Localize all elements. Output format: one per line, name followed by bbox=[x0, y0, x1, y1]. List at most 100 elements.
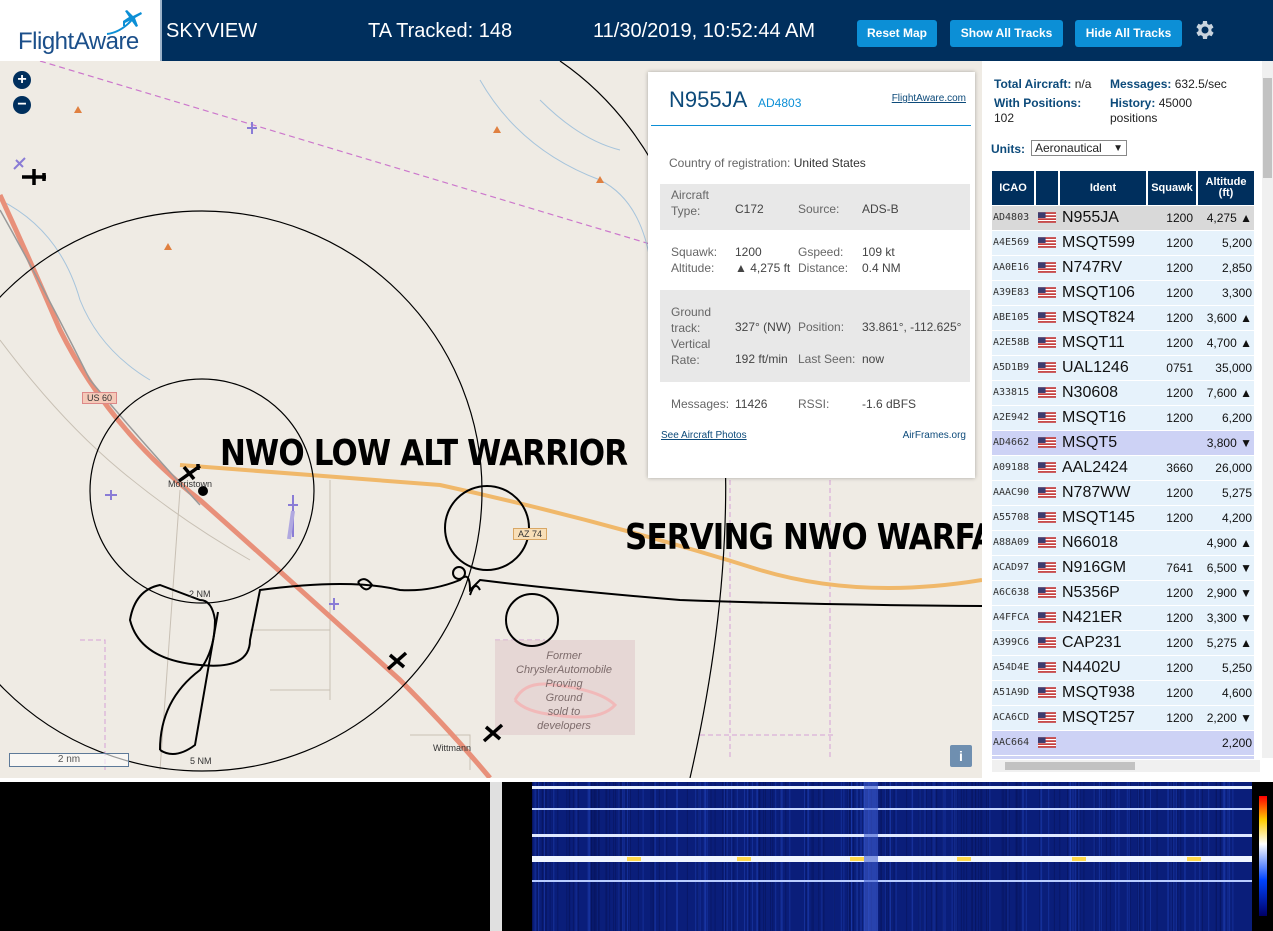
row-squawk bbox=[1148, 431, 1196, 455]
row-altitude: 5,250 bbox=[1221, 661, 1252, 675]
flightaware-link[interactable]: FlightAware.com bbox=[892, 93, 966, 104]
gspeed-value: 109 kt bbox=[862, 245, 895, 259]
table-row[interactable]: ABE105 MSQT824 1200 3,600 ▲ bbox=[992, 306, 1254, 331]
aircraft-type-value: C172 bbox=[735, 202, 764, 216]
range-ring-label: 2 NM bbox=[189, 589, 211, 599]
column-header-ident[interactable]: Ident bbox=[1060, 171, 1148, 205]
table-row[interactable]: A55708 MSQT145 1200 4,200 bbox=[992, 506, 1254, 531]
table-row[interactable]: A39E83 MSQT106 1200 3,300 bbox=[992, 281, 1254, 306]
detail-block: Messages: 11426 RSSI: -1.6 dBFS bbox=[660, 390, 970, 416]
row-icao: A2E942 bbox=[993, 412, 1030, 423]
row-ident: N916GM bbox=[1062, 559, 1127, 576]
source-label: Source: bbox=[798, 202, 840, 216]
row-squawk: 1200 bbox=[1166, 486, 1193, 500]
overlay-caption: SERVING NWO WARFARE bbox=[625, 517, 982, 558]
us-flag-icon bbox=[1036, 331, 1060, 355]
signal-waterfall bbox=[502, 782, 1273, 931]
rssi-label: RSSI: bbox=[798, 397, 830, 411]
waterfall-signal-blip bbox=[627, 857, 641, 861]
squawk-value: 1200 bbox=[735, 245, 762, 259]
column-header-squawk[interactable]: Squawk bbox=[1148, 171, 1198, 205]
row-altitude: 2,850 bbox=[1221, 261, 1252, 275]
table-row[interactable]: A33815 N30608 1200 7,600 ▲ bbox=[992, 381, 1254, 406]
table-row[interactable]: A09188 AAL2424 3660 26,000 bbox=[992, 456, 1254, 481]
squawk-label: Squawk: bbox=[671, 245, 718, 259]
table-row[interactable]: AAC664 2,200 bbox=[992, 731, 1254, 756]
table-row[interactable]: A399C6 CAP231 1200 5,275 ▲ bbox=[992, 631, 1254, 656]
blank-panel bbox=[0, 778, 490, 931]
waterfall-signal-blip bbox=[1072, 857, 1086, 861]
table-row[interactable]: A4E569 MSQT599 1200 5,200 bbox=[992, 231, 1254, 256]
column-header-flag[interactable] bbox=[1036, 171, 1060, 205]
row-squawk: 1200 bbox=[1166, 611, 1193, 625]
vertical-rate-value: 192 ft/min bbox=[735, 352, 788, 366]
table-row[interactable]: A5D1B9 UAL1246 0751 35,000 bbox=[992, 356, 1254, 381]
aircraft-icon[interactable] bbox=[103, 487, 119, 503]
us-flag-icon bbox=[1036, 431, 1060, 455]
stat-label: With Positions: bbox=[994, 96, 1082, 110]
horizontal-scrollbar-thumb[interactable] bbox=[1005, 762, 1135, 770]
row-altitude: 35,000 bbox=[1215, 361, 1252, 375]
table-row[interactable]: ACAD97 N916GM 7641 6,500 ▼ bbox=[992, 556, 1254, 581]
country-value: United States bbox=[793, 156, 866, 170]
row-altitude: 5,200 bbox=[1221, 236, 1252, 250]
table-row[interactable]: A2E58B MSQT11 1200 4,700 ▲ bbox=[992, 331, 1254, 356]
table-row[interactable]: AD4803 N955JA 1200 4,275 ▲ bbox=[992, 206, 1254, 231]
table-row[interactable]: A4FFCA N421ER 1200 3,300 ▼ bbox=[992, 606, 1254, 631]
show-all-tracks-button[interactable]: Show All Tracks bbox=[950, 20, 1063, 47]
aircraft-photos-link[interactable]: See Aircraft Photos bbox=[661, 430, 747, 441]
dropdown-arrow-icon: ▼ bbox=[1113, 143, 1123, 154]
table-row[interactable]: A6C638 N5356P 1200 2,900 ▼ bbox=[992, 581, 1254, 606]
vertical-scrollbar-thumb[interactable] bbox=[1263, 78, 1272, 178]
airframes-link[interactable]: AirFrames.org bbox=[903, 430, 966, 441]
row-icao: AAAC90 bbox=[993, 487, 1030, 498]
position-value: 33.861°, -112.625° bbox=[862, 320, 962, 334]
country-label: Country of registration: bbox=[669, 156, 791, 170]
row-squawk: 0751 bbox=[1166, 361, 1193, 375]
last-seen-label: Last Seen: bbox=[798, 352, 856, 366]
row-squawk: 1200 bbox=[1166, 211, 1193, 225]
table-row[interactable]: AAAC90 N787WW 1200 5,275 bbox=[992, 481, 1254, 506]
zoom-out-button[interactable]: − bbox=[13, 96, 31, 114]
table-row[interactable]: A2E942 MSQT16 1200 6,200 bbox=[992, 406, 1254, 431]
vertical-rate-label: Vertical Rate: bbox=[671, 337, 711, 367]
aircraft-icon[interactable] bbox=[326, 596, 342, 612]
row-ident: MSQT11 bbox=[1062, 334, 1125, 351]
row-icao: A09188 bbox=[993, 462, 1030, 473]
table-row[interactable]: A88A09 N66018 4,900 ▲ bbox=[992, 531, 1254, 556]
aircraft-icon[interactable] bbox=[12, 155, 28, 171]
table-row[interactable]: ACA6CD MSQT257 1200 2,200 ▼ bbox=[992, 706, 1254, 731]
aircraft-type-label: Aircraft Type: bbox=[671, 188, 710, 218]
gear-icon[interactable] bbox=[1192, 17, 1216, 43]
total-aircraft-stat: Total Aircraft: n/a bbox=[994, 77, 1091, 92]
row-ident: MSQT5 bbox=[1062, 434, 1118, 451]
column-header-altitude[interactable]: Altitude (ft) bbox=[1198, 171, 1256, 205]
flightaware-logo[interactable]: FlightAware bbox=[0, 0, 162, 61]
aircraft-icon[interactable] bbox=[384, 649, 410, 673]
units-select[interactable]: Aeronautical ▼ bbox=[1031, 140, 1127, 156]
row-squawk bbox=[1148, 731, 1196, 755]
info-button[interactable]: i bbox=[950, 745, 972, 767]
table-row[interactable]: A51A9D MSQT938 1200 4,600 bbox=[992, 681, 1254, 706]
reset-map-button[interactable]: Reset Map bbox=[857, 20, 937, 47]
clock: 11/30/2019, 10:52:44 AM bbox=[593, 20, 816, 42]
table-row[interactable]: AD4662 MSQT5 3,800 ▼ bbox=[992, 431, 1254, 456]
row-ident: MSQT106 bbox=[1062, 284, 1135, 301]
row-icao: ACAD97 bbox=[993, 562, 1030, 573]
table-row[interactable]: A54D4E N4402U 1200 5,250 bbox=[992, 656, 1254, 681]
aircraft-icon[interactable] bbox=[285, 491, 301, 541]
waterfall-signal-blip bbox=[737, 857, 751, 861]
ground-track-label: Ground track: bbox=[671, 305, 712, 335]
hide-all-tracks-button[interactable]: Hide All Tracks bbox=[1075, 20, 1182, 47]
table-row[interactable]: A6C9C0 N6824Q 2,200 bbox=[992, 756, 1254, 759]
aircraft-icon[interactable] bbox=[244, 120, 260, 136]
us-flag-icon bbox=[1036, 406, 1060, 430]
range-ring-label: 5 NM bbox=[190, 756, 212, 766]
us-flag-icon bbox=[1036, 206, 1060, 230]
units-label: Units: bbox=[991, 142, 1025, 156]
zoom-in-button[interactable]: + bbox=[13, 71, 31, 89]
row-icao: ABE105 bbox=[993, 312, 1030, 323]
table-row[interactable]: AA0E16 N747RV 1200 2,850 bbox=[992, 256, 1254, 281]
row-squawk: 1200 bbox=[1166, 686, 1193, 700]
column-header-icao[interactable]: ICAO bbox=[992, 171, 1036, 205]
